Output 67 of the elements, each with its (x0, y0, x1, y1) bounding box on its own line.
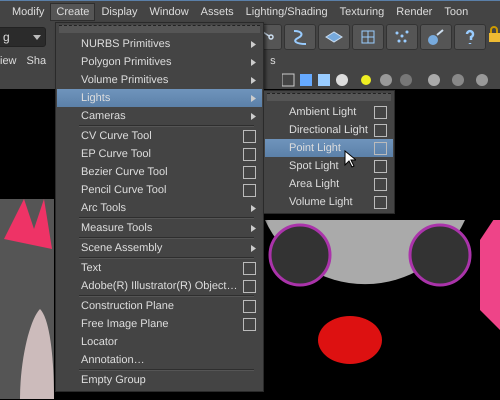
menu-item[interactable]: Arc Tools (57, 199, 262, 217)
toolbar-button[interactable] (318, 24, 350, 50)
lock-icon[interactable] (488, 24, 500, 44)
menu-item[interactable]: Directional Light (265, 121, 393, 139)
menu-item[interactable]: Empty Group (57, 371, 262, 389)
option-box-icon[interactable] (374, 196, 387, 208)
menu-item[interactable]: EP Curve Tool (57, 145, 262, 163)
menu-item[interactable]: Locator (57, 333, 262, 351)
submenu-arrow-icon (251, 76, 256, 84)
menu-item[interactable]: Volume Primitives (57, 71, 262, 89)
submenu-arrow-icon (251, 58, 256, 66)
menu-item[interactable]: Polygon Primitives (57, 53, 262, 71)
menu-title[interactable]: Display (95, 3, 144, 21)
option-box-icon[interactable] (243, 280, 256, 292)
menu-title[interactable]: Toon (438, 3, 474, 21)
menu-item[interactable]: Pencil Curve Tool (57, 181, 262, 199)
menu-title[interactable]: Lighting/Shading (240, 3, 334, 21)
menu-title[interactable]: Modify (6, 3, 50, 21)
option-box-icon[interactable] (243, 166, 256, 178)
option-box-icon[interactable] (243, 262, 256, 274)
menu-title[interactable]: Render (390, 3, 438, 21)
menu-item[interactable]: Scene Assembly (57, 239, 262, 257)
option-box-icon[interactable] (374, 178, 387, 190)
menu-item[interactable]: Free Image Plane (57, 315, 262, 333)
menu-item[interactable]: NURBS Primitives (57, 35, 262, 53)
panel-menu-item[interactable]: s (270, 55, 276, 67)
option-box-icon[interactable] (243, 300, 256, 312)
submenu-arrow-icon (251, 112, 256, 120)
menu-item[interactable]: Adobe(R) Illustrator(R) Object… (57, 277, 262, 295)
menu-item[interactable]: Cameras (57, 107, 262, 125)
caret-icon (33, 34, 41, 40)
option-box-icon[interactable] (374, 106, 387, 118)
panel-menu-item[interactable]: iew (0, 55, 17, 67)
menu-title[interactable]: Texturing (334, 3, 390, 21)
option-box-icon[interactable] (243, 130, 256, 142)
menu-item[interactable]: Spot Light (265, 157, 393, 175)
toolbar-button[interactable] (420, 24, 452, 50)
menu-item[interactable]: Bezier Curve Tool (57, 163, 262, 181)
menu-title[interactable]: Create (50, 3, 96, 21)
option-box-icon[interactable] (243, 148, 256, 160)
sphere-emitter-icon (426, 27, 446, 47)
menu-item[interactable]: Text (57, 259, 262, 277)
submenu-arrow-icon (251, 40, 256, 48)
mode-dropdown[interactable]: g (0, 27, 46, 47)
toolbar-button[interactable] (454, 24, 486, 50)
option-box-icon[interactable] (374, 124, 387, 136)
submenu-arrow-icon (251, 94, 256, 102)
menu-item[interactable]: Volume Light (265, 193, 393, 211)
menu-item[interactable]: CV Curve Tool (57, 127, 262, 145)
submenu-arrow-icon (251, 224, 256, 232)
toolbar-button[interactable] (352, 24, 384, 50)
submenu-arrow-icon (251, 204, 256, 212)
toolbar-button[interactable] (284, 24, 316, 50)
toolbar-button[interactable] (386, 24, 418, 50)
submenu-arrow-icon (251, 244, 256, 252)
menu-title[interactable]: Window (144, 3, 195, 21)
menu-item[interactable]: Annotation… (57, 351, 262, 369)
menu-item[interactable]: Construction Plane (57, 297, 262, 315)
mouse-cursor-icon (344, 150, 356, 168)
panel-menu-item[interactable]: Sha (26, 55, 46, 67)
menu-item[interactable]: Ambient Light (265, 103, 393, 121)
option-box-icon[interactable] (243, 318, 256, 330)
menu-title[interactable]: Assets (194, 3, 240, 21)
menu-item[interactable]: Measure Tools (57, 219, 262, 237)
option-box-icon[interactable] (374, 160, 387, 172)
menu-item[interactable]: Area Light (265, 175, 393, 193)
option-box-icon[interactable] (243, 184, 256, 196)
